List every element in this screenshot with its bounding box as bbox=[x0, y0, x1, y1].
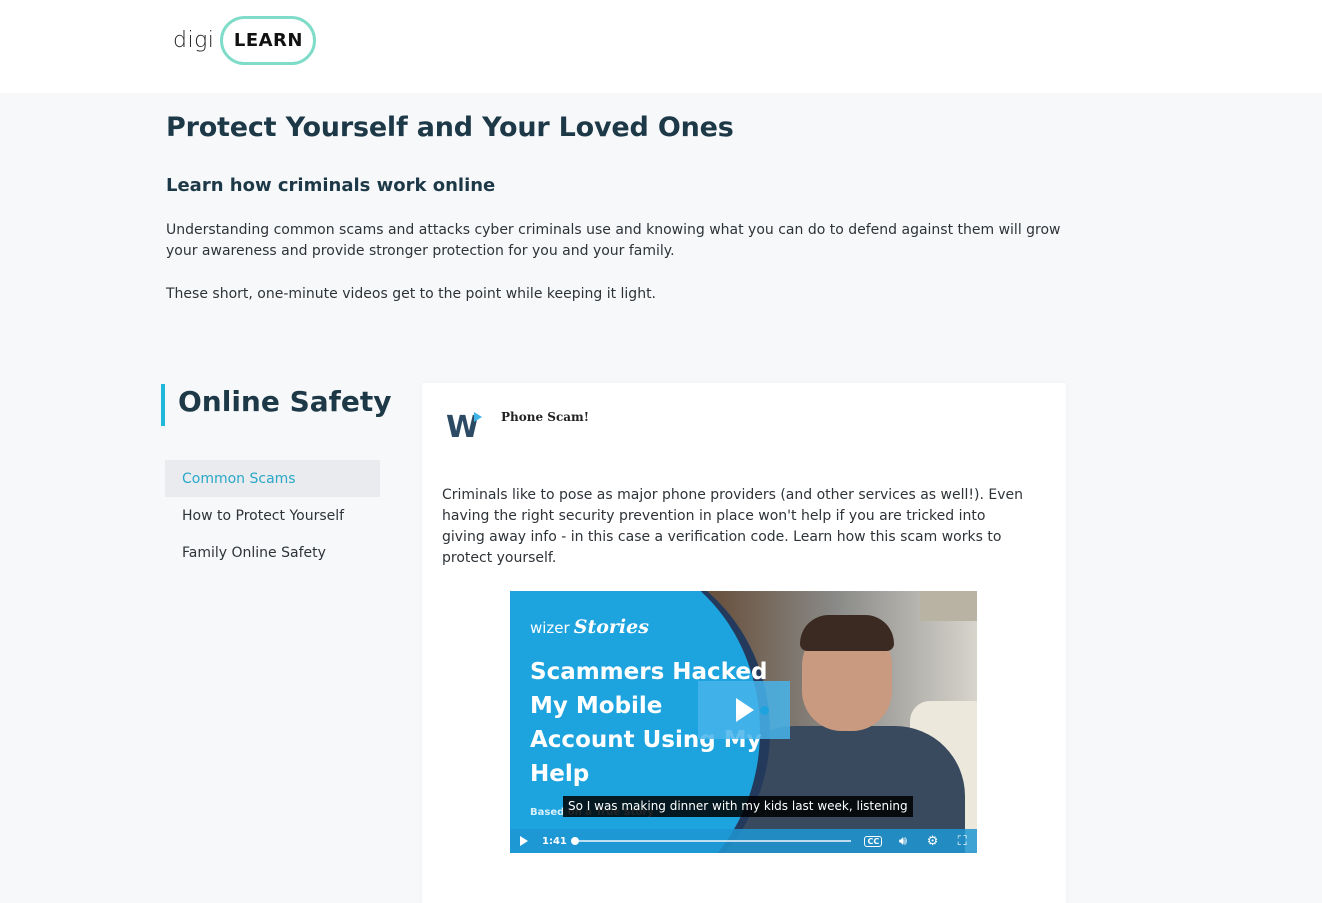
video-progress-track[interactable] bbox=[571, 835, 852, 847]
video-time: 1:41 bbox=[541, 835, 567, 847]
play-dot-icon bbox=[760, 706, 769, 715]
video-brand-stories: Stories bbox=[573, 616, 649, 638]
wizer-logo-icon: W bbox=[446, 410, 486, 446]
logo-learn-pill: LEARN bbox=[220, 16, 317, 65]
controls-play-button[interactable] bbox=[510, 836, 538, 846]
section-accent-bar bbox=[161, 384, 165, 426]
video-person-hair bbox=[800, 615, 894, 651]
side-nav-item-how-to-protect[interactable]: How to Protect Yourself bbox=[165, 497, 380, 534]
intro-paragraph: Understanding common scams and attacks c… bbox=[166, 222, 1061, 259]
video-brand: wizer Stories bbox=[530, 616, 649, 638]
video-player[interactable]: wizer Stories Scammers Hacked My Mobile A… bbox=[510, 591, 977, 853]
side-nav-item-family-safety[interactable]: Family Online Safety bbox=[165, 534, 380, 571]
progress-knob[interactable] bbox=[571, 837, 580, 845]
video-caption: So I was making dinner with my kids last… bbox=[563, 796, 913, 817]
digilearn-logo[interactable]: digi LEARN bbox=[173, 14, 317, 67]
fullscreen-icon[interactable]: ⛶︎ bbox=[947, 834, 977, 849]
side-nav: Common Scams How to Protect Yourself Fam… bbox=[165, 460, 380, 571]
video-bg-picture-frame bbox=[920, 591, 977, 621]
card-description: Criminals like to pose as major phone pr… bbox=[442, 487, 1023, 566]
settings-gear-icon[interactable]: ⚙︎ bbox=[918, 834, 948, 849]
top-bar: digi LEARN bbox=[0, 0, 1322, 93]
video-controls: 1:41 CC 🔊︎ ⚙︎ ⛶︎ bbox=[510, 829, 977, 853]
side-nav-item-common-scams[interactable]: Common Scams bbox=[165, 460, 380, 497]
intro-paragraph-2: These short, one-minute videos get to th… bbox=[166, 286, 657, 302]
section-title: Online Safety bbox=[178, 385, 392, 418]
cc-icon: CC bbox=[864, 835, 883, 847]
logo-digi-text: digi bbox=[173, 28, 215, 53]
progress-line bbox=[575, 840, 852, 842]
play-small-icon bbox=[519, 836, 528, 846]
content-card: W Phone Scam! Criminals like to pose as … bbox=[422, 383, 1066, 903]
video-play-button[interactable] bbox=[698, 681, 790, 739]
page-title: Protect Yourself and Your Loved Ones bbox=[166, 112, 734, 143]
captions-button[interactable]: CC bbox=[859, 835, 889, 847]
volume-icon[interactable]: 🔊︎ bbox=[888, 834, 918, 849]
video-brand-wizer: wizer bbox=[530, 619, 570, 637]
play-icon bbox=[736, 698, 754, 722]
card-heading: Phone Scam! bbox=[501, 410, 590, 424]
page-subtitle: Learn how criminals work online bbox=[166, 175, 496, 196]
